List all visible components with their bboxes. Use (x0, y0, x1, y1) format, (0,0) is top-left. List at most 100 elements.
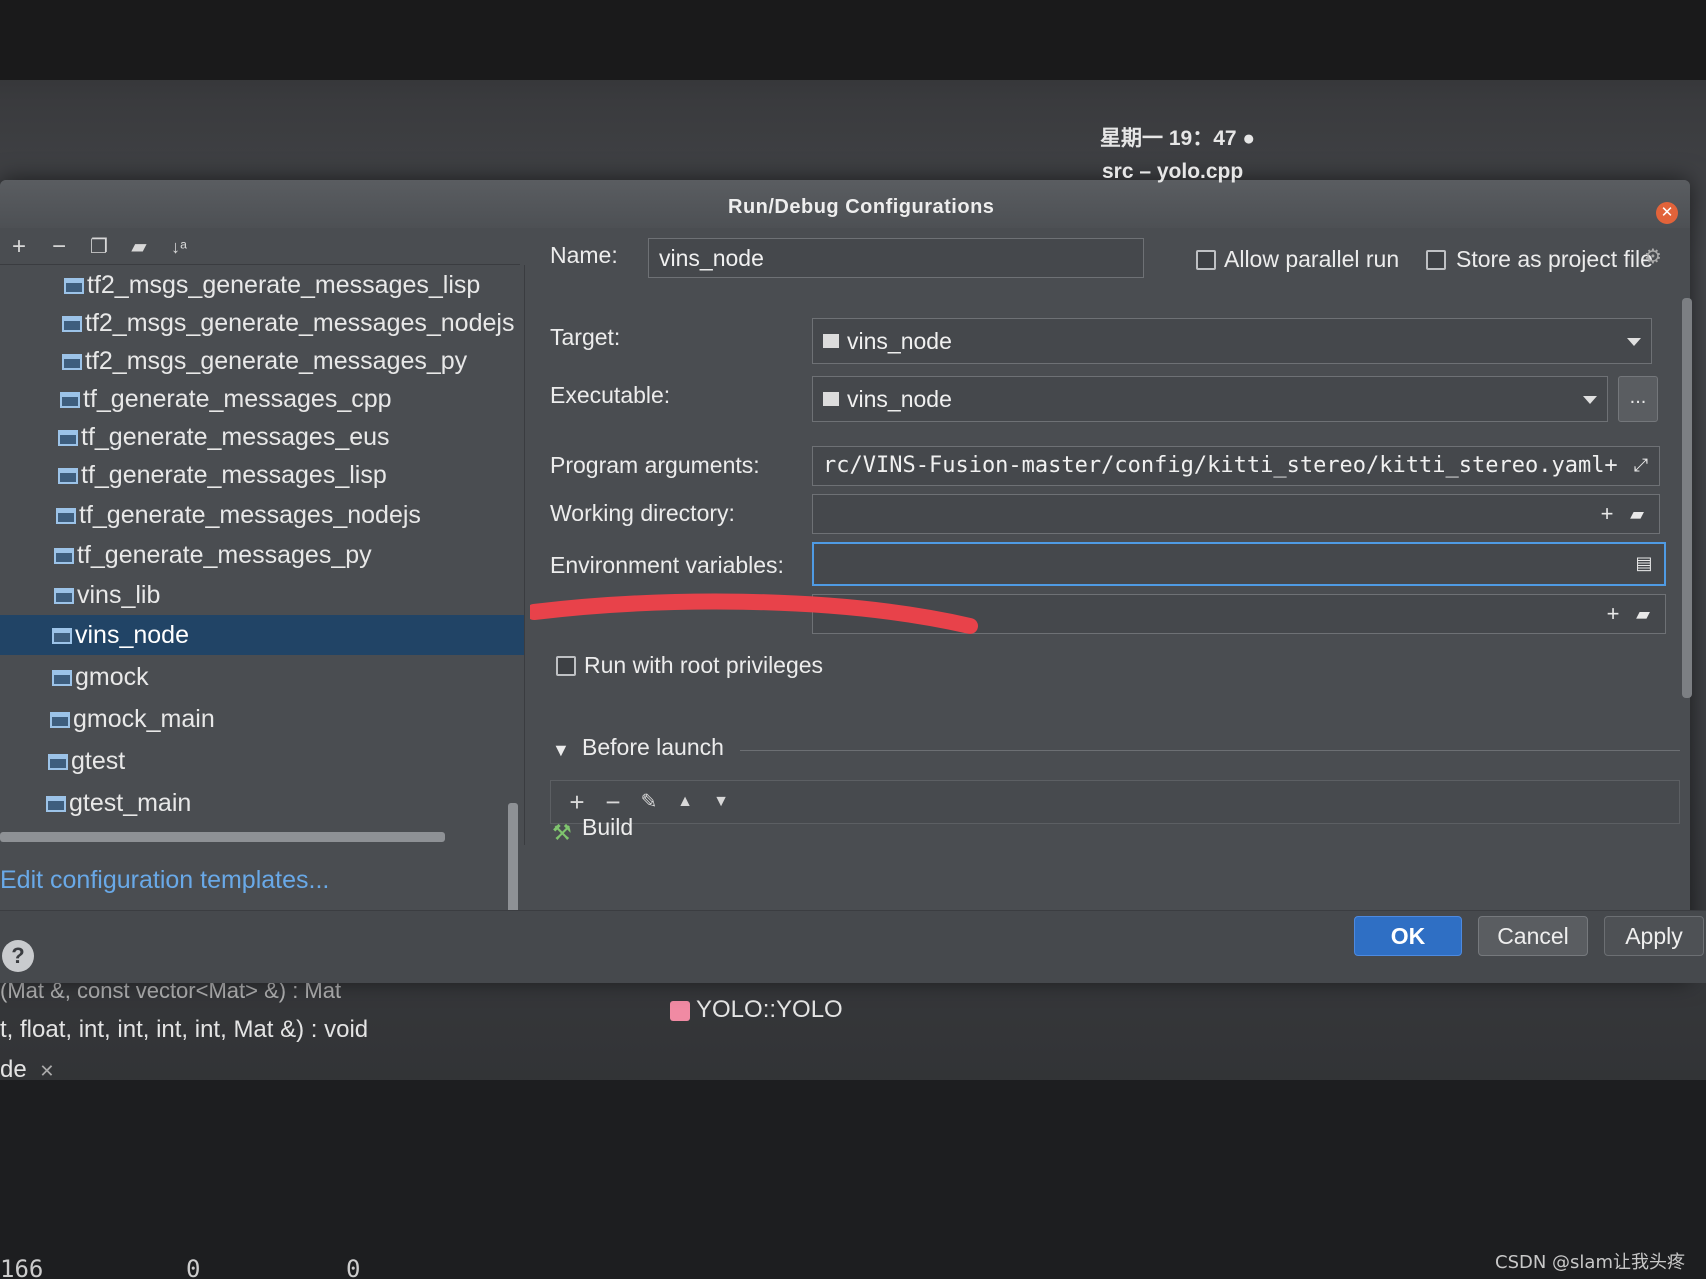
terminal-panel: 166 0 0 (0, 1080, 1706, 1279)
tree-item[interactable]: gtest_main (46, 783, 191, 823)
root-privileges-checkbox[interactable] (556, 656, 576, 676)
tree-item[interactable]: tf2_msgs_generate_messages_nodejs (62, 303, 514, 343)
collapse-icon[interactable]: ▼ (552, 740, 570, 761)
target-icon (48, 754, 68, 771)
remove-icon[interactable]: − (46, 234, 72, 260)
symbol-entry[interactable]: YOLO::YOLO (670, 996, 843, 1024)
add-icon[interactable]: + (563, 787, 591, 817)
tree-item-label: gmock (75, 663, 149, 691)
program-arguments-label: Program arguments: (550, 452, 760, 478)
target-icon (58, 430, 78, 447)
tree-item[interactable]: tf_generate_messages_eus (58, 417, 390, 457)
name-input[interactable]: vins_node (648, 238, 1144, 278)
editor-tab-label: de (0, 1056, 27, 1083)
tree-item-selected[interactable]: vins_node (0, 615, 524, 655)
ok-button[interactable]: OK (1354, 916, 1462, 956)
screen: (Mat &, const vector<Mat> &) : Mat t, fl… (0, 0, 1706, 1279)
name-label: Name: (550, 242, 618, 268)
target-icon (60, 392, 80, 409)
target-label: Target: (550, 324, 621, 350)
insert-macro-icon[interactable]: + (1599, 447, 1623, 485)
environment-variables-label: Environment variables: (550, 552, 784, 578)
target-dropdown[interactable]: vins_node (812, 318, 1652, 364)
close-icon[interactable]: ✕ (39, 1061, 54, 1081)
function-icon (670, 1000, 690, 1021)
gear-icon[interactable]: ⚙ (1644, 244, 1662, 269)
target-icon (58, 468, 78, 485)
allow-parallel-label: Allow parallel run (1224, 246, 1400, 272)
sort-icon[interactable]: ↓ᵃ (166, 234, 192, 260)
dialog-title: Run/Debug Configurations (728, 196, 995, 218)
working-directory-input[interactable]: + ▰ (812, 494, 1660, 534)
target-icon (62, 354, 82, 371)
allow-parallel-checkbox[interactable] (1196, 250, 1216, 270)
tree-item[interactable]: tf_generate_messages_cpp (60, 379, 392, 419)
tree-item[interactable]: tf_generate_messages_py (54, 535, 372, 575)
terminal-value: 166 (0, 1255, 44, 1279)
tree-item[interactable]: tf2_msgs_generate_messages_py (62, 341, 467, 381)
target-icon (64, 278, 84, 295)
edit-icon[interactable]: ✎ (635, 787, 663, 817)
help-button[interactable]: ? (2, 940, 34, 972)
move-up-icon[interactable]: ▲ (671, 787, 699, 817)
before-launch-toolbar: + − ✎ ▲ ▼ (550, 780, 1680, 824)
target-icon (56, 508, 76, 525)
system-top-bar (0, 0, 1706, 80)
expand-icon[interactable]: ⤢ (1629, 447, 1653, 485)
before-launch-label: Before launch (582, 734, 724, 760)
system-clock: 星期一 19：47 ● (1100, 127, 1256, 150)
folder-icon[interactable]: ▰ (1629, 595, 1657, 633)
target-value: vins_node (847, 328, 952, 354)
close-button[interactable]: ✕ (1656, 202, 1678, 224)
tree-item[interactable]: vins_lib (54, 575, 160, 615)
tree-item[interactable]: tf_generate_messages_nodejs (56, 495, 421, 535)
tree-item-label: tf2_msgs_generate_messages_lisp (87, 271, 481, 299)
store-project-checkbox[interactable] (1426, 250, 1446, 270)
config-tree: tf2_msgs_generate_messages_lisp tf2_msgs… (0, 265, 525, 925)
form-scrollbar[interactable] (1682, 298, 1692, 698)
store-project-label: Store as project file (1456, 246, 1653, 272)
remove-icon[interactable]: − (599, 787, 627, 817)
browse-executable-button[interactable]: ... (1618, 376, 1658, 422)
tree-item[interactable]: tf2_msgs_generate_messages_lisp (64, 265, 480, 305)
tree-item-label: tf_generate_messages_nodejs (79, 501, 421, 529)
target-icon (62, 316, 82, 333)
edit-templates-link[interactable]: Edit configuration templates... (0, 866, 329, 895)
run-debug-dialog: Run/Debug Configurations ✕ + − ❐ ▰ ↓ᵃ tf… (0, 180, 1692, 980)
symbol-label: YOLO::YOLO (696, 996, 843, 1023)
tree-item-label: gtest (71, 747, 126, 775)
tree-scrollbar-vertical[interactable] (508, 803, 518, 925)
tree-item[interactable]: gmock_main (50, 699, 215, 739)
tree-item[interactable]: gtest (48, 741, 125, 781)
dialog-titlebar[interactable]: Run/Debug Configurations ✕ (0, 180, 1690, 228)
chevron-down-icon (1627, 338, 1641, 346)
target-icon (52, 670, 72, 687)
environment-variables-input[interactable]: ▤ (812, 542, 1666, 586)
move-down-icon[interactable]: ▼ (707, 787, 735, 817)
folder-icon[interactable]: ▰ (126, 234, 152, 260)
tree-item[interactable]: tf_generate_messages_lisp (58, 455, 387, 495)
insert-macro-icon[interactable]: + (1601, 595, 1625, 633)
cancel-button[interactable]: Cancel (1478, 916, 1588, 956)
add-icon[interactable]: + (6, 234, 32, 260)
tree-item-label: tf_generate_messages_lisp (81, 461, 387, 489)
tree-item-label: tf2_msgs_generate_messages_py (85, 347, 468, 375)
executable-dropdown[interactable]: vins_node (812, 376, 1608, 422)
copy-icon[interactable]: ❐ (86, 234, 112, 260)
tree-item[interactable]: gmock (52, 657, 149, 697)
document-icon[interactable]: ▤ (1632, 544, 1656, 582)
apply-button[interactable]: Apply (1604, 916, 1704, 956)
insert-macro-icon[interactable]: + (1595, 495, 1619, 533)
target-icon (823, 333, 839, 348)
hammer-icon: ⚒ (552, 820, 572, 845)
tree-item-label: tf_generate_messages_cpp (83, 385, 392, 413)
folder-icon[interactable]: ▰ (1623, 495, 1651, 533)
tree-scrollbar-horizontal[interactable] (0, 832, 445, 842)
tree-item-label: gtest_main (69, 789, 192, 817)
program-arguments-input[interactable]: rc/VINS-Fusion-master/config/kitti_stere… (812, 446, 1660, 486)
tree-item-label: gmock_main (73, 705, 215, 733)
program-arguments-value: rc/VINS-Fusion-master/config/kitti_stere… (823, 453, 1605, 478)
build-task-label[interactable]: Build (582, 814, 633, 841)
target-icon (54, 588, 74, 605)
divider (740, 750, 1680, 751)
